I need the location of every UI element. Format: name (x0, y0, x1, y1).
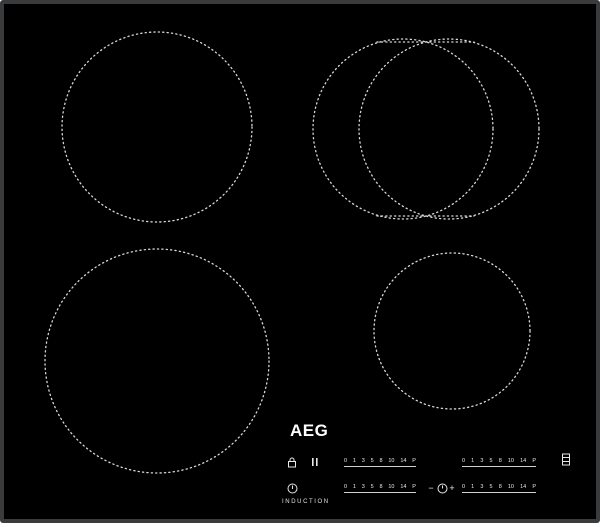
slider-rear-left[interactable]: 0 1 3 5 8 10 14 P (344, 458, 416, 470)
tick: 0 (462, 458, 466, 464)
zone-rear-right-outline-right (358, 38, 540, 220)
brand-logo: AEG (290, 421, 329, 440)
zone-rear-left (61, 31, 253, 223)
tick: P (532, 484, 536, 490)
tick: P (412, 458, 416, 464)
slider-rear-right[interactable]: 0 1 3 5 8 10 14 P (462, 458, 536, 470)
tick: 10 (507, 484, 514, 490)
tick: P (412, 484, 416, 490)
lock-icon[interactable] (286, 456, 298, 468)
tick: 8 (379, 484, 383, 490)
tick: 14 (520, 484, 527, 490)
slider-ticks: 0 1 3 5 8 10 14 P (344, 484, 416, 490)
induction-label: INDUCTION (282, 499, 330, 505)
timer-minus-button[interactable]: − (426, 482, 436, 494)
tick: 3 (361, 484, 365, 490)
tick: 3 (480, 458, 484, 464)
tick: 5 (489, 458, 493, 464)
tick: 10 (388, 458, 395, 464)
tick: 14 (520, 458, 527, 464)
cooktop-glass: AEG INDUCTION − + 0 1 3 5 8 10 14 P 0 1 (0, 0, 600, 523)
slider-front-right[interactable]: 0 1 3 5 8 10 14 P (462, 484, 536, 496)
slider-front-left[interactable]: 0 1 3 5 8 10 14 P (344, 484, 416, 496)
power-icon[interactable] (286, 482, 298, 494)
tick: 8 (498, 458, 502, 464)
tick: 8 (379, 458, 383, 464)
tick: 0 (344, 458, 348, 464)
tick: 10 (388, 484, 395, 490)
tick: 0 (462, 484, 466, 490)
tick: 1 (471, 458, 475, 464)
bridge-icon[interactable] (560, 452, 572, 466)
tick: 10 (507, 458, 514, 464)
pause-icon[interactable] (309, 456, 321, 468)
slider-bar[interactable] (462, 492, 536, 493)
tick: 0 (344, 484, 348, 490)
tick: 14 (400, 458, 407, 464)
tick: 8 (498, 484, 502, 490)
tick: 5 (489, 484, 493, 490)
zone-rear-right-bridge (376, 41, 475, 217)
tick: 14 (400, 484, 407, 490)
timer-plus-button[interactable]: + (447, 482, 457, 494)
tick: 5 (370, 484, 374, 490)
slider-bar[interactable] (462, 466, 536, 467)
slider-ticks: 0 1 3 5 8 10 14 P (462, 484, 536, 490)
tick: 3 (480, 484, 484, 490)
slider-bar[interactable] (344, 492, 416, 493)
tick: 5 (370, 458, 374, 464)
tick: P (532, 458, 536, 464)
slider-ticks: 0 1 3 5 8 10 14 P (344, 458, 416, 464)
slider-bar[interactable] (344, 466, 416, 467)
tick: 1 (471, 484, 475, 490)
tick: 3 (361, 458, 365, 464)
tick: 1 (352, 458, 356, 464)
zone-rear-right-outline-left (312, 38, 494, 220)
zone-front-right (373, 252, 531, 410)
slider-ticks: 0 1 3 5 8 10 14 P (462, 458, 536, 464)
tick: 1 (352, 484, 356, 490)
zone-front-left (44, 248, 270, 474)
cooking-zones (44, 31, 540, 474)
